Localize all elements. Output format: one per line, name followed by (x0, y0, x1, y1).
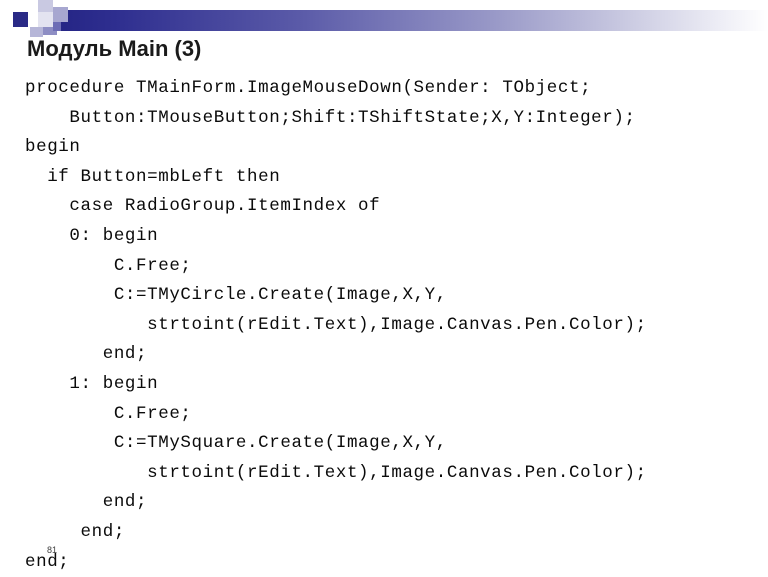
code-line: end; (25, 548, 760, 577)
page-number: 81 (47, 545, 57, 555)
code-line: end; (25, 518, 760, 548)
code-line: C.Free; (25, 400, 760, 430)
code-line: if Button=mbLeft then (25, 163, 760, 193)
code-line: case RadioGroup.ItemIndex of (25, 192, 760, 222)
code-line: strtoint(rEdit.Text),Image.Canvas.Pen.Co… (25, 311, 760, 341)
decoration-square-light-2 (38, 12, 53, 27)
code-line: end; (25, 488, 760, 518)
decoration-square-light-6 (53, 22, 61, 31)
header-decoration (0, 0, 768, 36)
decoration-square-light-1 (38, 0, 53, 12)
code-line: strtoint(rEdit.Text),Image.Canvas.Pen.Co… (25, 459, 760, 489)
code-line: begin (25, 133, 760, 163)
code-line: 0: begin (25, 222, 760, 252)
page-title: Модуль Main (3) (27, 36, 201, 62)
decoration-square-dark (13, 12, 28, 27)
code-line: C.Free; (25, 252, 760, 282)
code-line: 1: begin (25, 370, 760, 400)
code-line: C:=TMySquare.Create(Image,X,Y, (25, 429, 760, 459)
header-gradient-bar (57, 10, 768, 31)
code-line: procedure TMainForm.ImageMouseDown(Sende… (25, 74, 760, 104)
decoration-square-light-3 (53, 7, 68, 22)
code-listing: procedure TMainForm.ImageMouseDown(Sende… (25, 74, 760, 577)
code-line: end; (25, 340, 760, 370)
code-line: C:=TMyCircle.Create(Image,X,Y, (25, 281, 760, 311)
code-line: Button:TMouseButton;Shift:TShiftState;X,… (25, 104, 760, 134)
